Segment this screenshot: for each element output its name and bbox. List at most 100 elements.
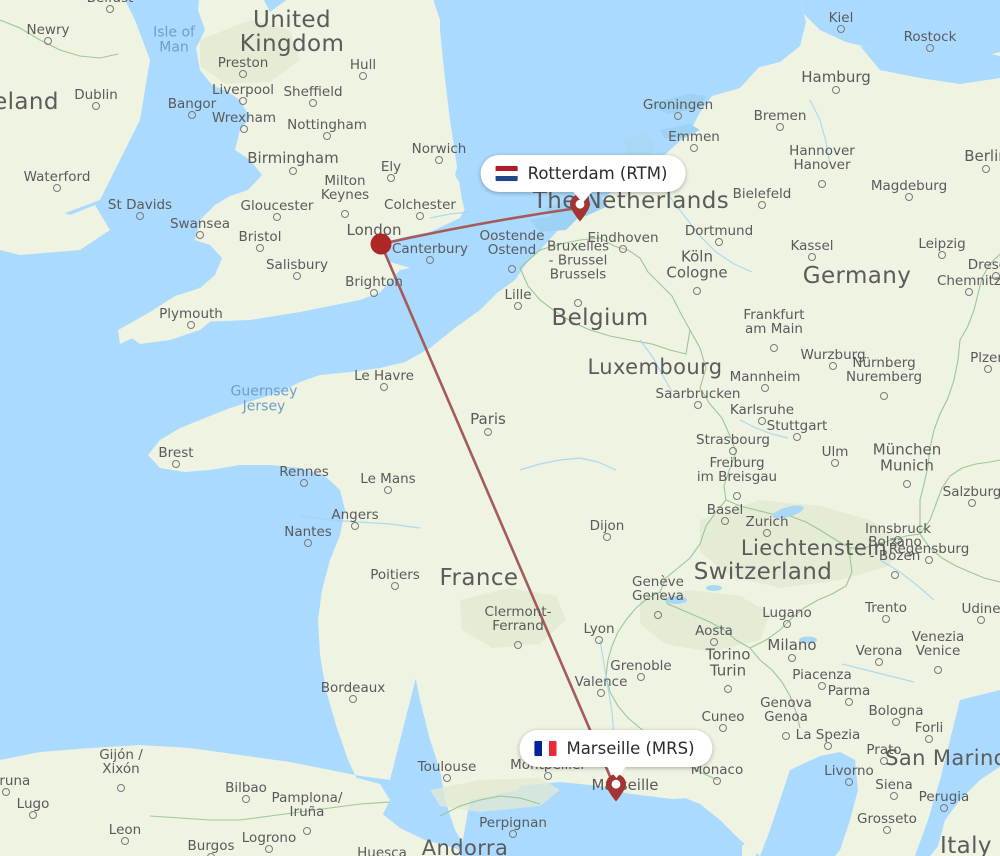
city-dot-icon xyxy=(782,732,790,740)
city-dot-icon xyxy=(188,111,196,119)
city-dot-icon xyxy=(300,479,308,487)
city-dot-icon xyxy=(818,682,826,690)
city-dot-icon xyxy=(713,777,721,785)
city-dot-icon xyxy=(349,695,357,703)
city-dot-icon xyxy=(977,616,985,624)
city-dot-icon xyxy=(240,125,248,133)
city-dot-icon xyxy=(818,180,826,188)
city-dot-icon xyxy=(303,827,311,835)
city-dot-icon xyxy=(832,86,840,94)
city-dot-icon xyxy=(92,102,100,110)
city-dot-icon xyxy=(304,539,312,547)
city-dot-icon xyxy=(729,447,737,455)
city-dot-icon xyxy=(2,788,10,796)
city-dot-icon xyxy=(891,571,899,579)
city-dot-icon xyxy=(890,792,898,800)
city-dot-icon xyxy=(341,210,349,218)
city-dot-icon xyxy=(721,517,729,525)
city-dot-icon xyxy=(934,666,942,674)
route-segment-london-rotterdam xyxy=(379,206,580,246)
destination-marker-marseille[interactable] xyxy=(605,774,627,802)
city-dot-icon xyxy=(172,460,180,468)
city-dot-icon xyxy=(370,289,378,297)
city-dot-icon xyxy=(903,480,911,488)
city-dot-icon xyxy=(758,417,766,425)
city-dot-icon xyxy=(883,826,891,834)
city-dot-icon xyxy=(880,757,888,765)
city-dot-icon xyxy=(965,288,973,296)
city-dot-icon xyxy=(508,265,516,273)
city-dot-icon xyxy=(239,97,247,105)
city-dot-icon xyxy=(256,244,264,252)
route-segment-london-marseille xyxy=(379,242,617,790)
city-dot-icon xyxy=(793,433,801,441)
city-dot-icon xyxy=(187,321,195,329)
city-dot-icon xyxy=(824,742,832,750)
city-dot-icon xyxy=(426,256,434,264)
city-dot-icon xyxy=(595,636,603,644)
city-dot-icon xyxy=(514,641,522,649)
city-dot-icon xyxy=(829,362,837,370)
city-dot-icon xyxy=(603,533,611,541)
city-dot-icon xyxy=(391,582,399,590)
city-dot-icon xyxy=(484,428,492,436)
city-dot-icon xyxy=(44,37,52,45)
city-dot-icon xyxy=(351,522,359,530)
city-dot-icon xyxy=(808,253,816,261)
city-dot-icon xyxy=(273,213,281,221)
city-dot-icon xyxy=(880,392,888,400)
city-dot-icon xyxy=(984,365,992,373)
city-dot-icon xyxy=(845,778,853,786)
city-dot-icon xyxy=(117,784,125,792)
city-dot-icon xyxy=(892,718,900,726)
route-path-layer xyxy=(379,206,617,790)
city-dot-icon xyxy=(443,774,451,782)
city-dot-icon xyxy=(694,401,702,409)
city-dot-icon xyxy=(574,299,582,307)
city-dot-icon xyxy=(882,615,890,623)
origin-callout[interactable]: Rotterdam (RTM) xyxy=(480,155,686,203)
city-dot-icon xyxy=(715,238,723,246)
city-dot-icon xyxy=(763,529,771,537)
city-dot-icon xyxy=(788,654,796,662)
city-dot-icon xyxy=(544,772,552,780)
city-dot-icon xyxy=(940,804,948,812)
city-dot-icon xyxy=(323,132,331,140)
city-dot-icon xyxy=(289,167,297,175)
callout-tail xyxy=(604,765,627,778)
city-dot-icon xyxy=(982,165,990,173)
city-dot-icon xyxy=(239,70,247,78)
destination-callout-label: Marseille (MRS) xyxy=(566,739,695,758)
city-dot-icon xyxy=(309,99,317,107)
city-dot-icon xyxy=(293,272,301,280)
city-dot-icon xyxy=(637,673,645,681)
nl-flag-icon xyxy=(495,166,518,181)
city-dot-icon xyxy=(387,174,395,182)
city-dot-icon xyxy=(674,112,682,120)
flight-route-map[interactable]: .land{fill:#eef3e2;} .land2{fill:#e9f0dc… xyxy=(0,0,1000,856)
city-dot-icon xyxy=(416,212,424,220)
city-dot-icon xyxy=(926,44,934,52)
city-dot-icon xyxy=(875,658,883,666)
city-dot-icon xyxy=(509,830,517,838)
city-dot-icon xyxy=(938,251,946,259)
city-dot-icon xyxy=(53,184,61,192)
city-dot-icon xyxy=(136,212,144,220)
city-dot-icon xyxy=(435,156,443,164)
fr-flag-icon xyxy=(534,741,557,756)
city-dot-icon xyxy=(619,245,627,253)
city-dot-icon xyxy=(758,201,766,209)
city-dot-icon xyxy=(925,735,933,743)
city-dot-icon xyxy=(837,25,845,33)
destination-callout[interactable]: Marseille (MRS) xyxy=(519,730,713,778)
city-dot-icon xyxy=(831,459,839,467)
city-dot-icon xyxy=(29,811,37,819)
callout-tail xyxy=(571,190,594,203)
city-dot-icon xyxy=(783,620,791,628)
city-dot-icon xyxy=(770,344,778,352)
city-dot-icon xyxy=(724,685,732,693)
city-dot-icon xyxy=(719,724,727,732)
city-dot-icon xyxy=(894,536,902,544)
city-dot-icon xyxy=(761,384,769,392)
waypoint-london[interactable] xyxy=(370,233,392,255)
